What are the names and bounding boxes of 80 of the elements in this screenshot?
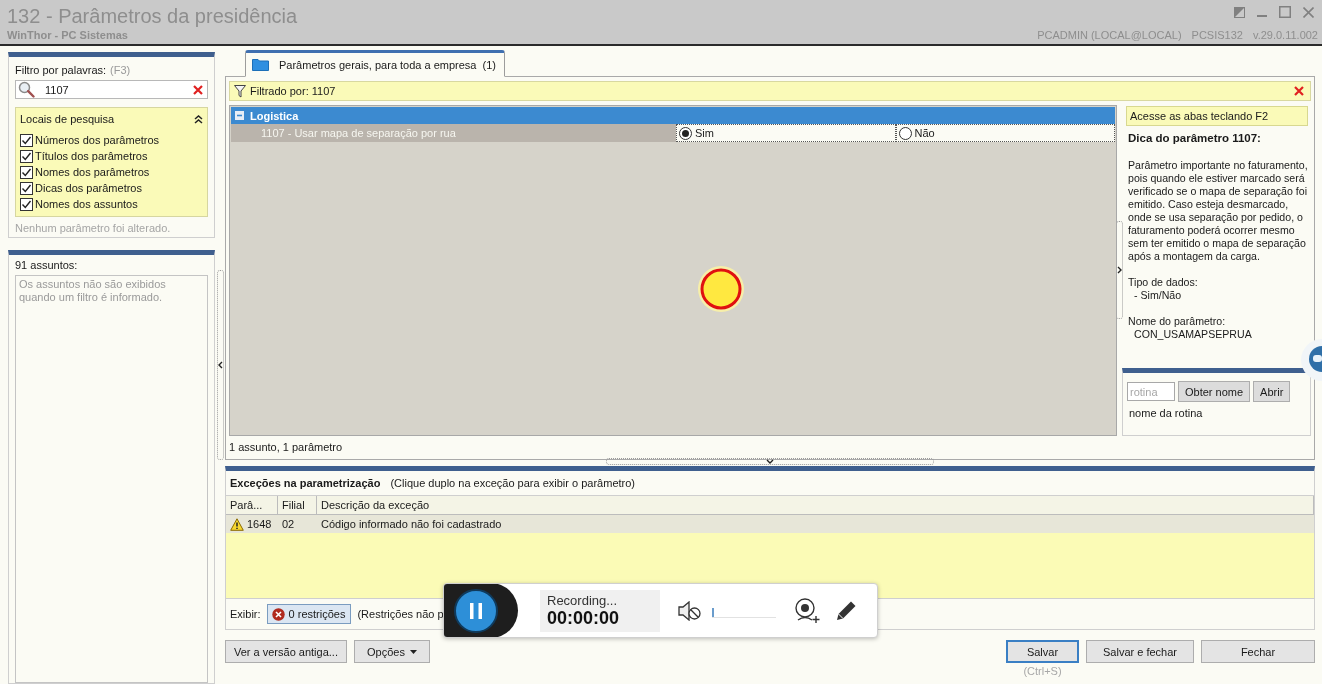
empty-list-text: Os assuntos não são exibidos quando um filtro é informado.: [19, 278, 167, 304]
group-header[interactable]: Logistica: [231, 107, 1115, 124]
checkbox[interactable]: [20, 181, 33, 195]
webcam-icon[interactable]: [794, 597, 820, 624]
restrictions-note: (Restrições não p: [357, 608, 444, 620]
radio-label: Sim: [695, 127, 714, 139]
checkbox-label: Títulos dos parâmetros: [35, 150, 148, 162]
radio-label: Não: [914, 127, 935, 139]
tip-title: Dica do parâmetro 1107:: [1128, 132, 1262, 145]
window-title: 132 - Parâmetros da presidência: [7, 4, 298, 28]
double-chevron-up-icon[interactable]: [194, 114, 203, 124]
clear-filter-icon[interactable]: [1294, 86, 1304, 96]
routine-input[interactable]: rotina: [1127, 382, 1175, 401]
exceptions-title: Exceções na parametrização: [230, 477, 381, 489]
radio-button[interactable]: [679, 126, 692, 140]
filter-icon: [234, 84, 246, 98]
checkbox[interactable]: [20, 165, 33, 179]
table-cell-text: 1648: [247, 517, 272, 532]
footer-button[interactable]: Salvar: [1006, 640, 1079, 663]
show-label: Exibir:: [230, 608, 261, 620]
shortcut-hint: (F3): [110, 63, 131, 77]
chevron-left-icon: [217, 361, 223, 369]
checkbox-label: Nomes dos parâmetros: [35, 166, 150, 178]
locations-title: Locais de pesquisa: [20, 113, 115, 125]
recording-status: Recording...: [547, 592, 619, 608]
summary-text: 1 assunto, 1 parâmetro: [229, 440, 344, 455]
keyboard-hint: Acesse as abas teclando F2: [1126, 106, 1308, 126]
routine-name-text: nome da rotina: [1128, 407, 1204, 419]
column-header[interactable]: Descrição da exceção: [317, 496, 1314, 514]
table-row[interactable]: 1648 02 Código informado não foi cadastrado: [226, 515, 1314, 533]
chevron-down-icon: [766, 459, 774, 464]
session-user: PCADMIN (LOCAL@LOCAL): [1037, 29, 1182, 41]
tab[interactable]: Parâmetros gerais, para toda a empresa (1): [245, 50, 505, 77]
x-circle-icon: [271, 607, 285, 621]
checkbox[interactable]: [20, 133, 33, 147]
routine-button[interactable]: Abrir: [1253, 381, 1291, 402]
status-text: Nenhum parâmetro foi alterado.: [15, 222, 172, 234]
tip-description: Parâmetro importante no faturamento, pois quando ele estiver marcado será verificado se o mapa de separação foi emitido. Caso esteja desmarcado, onde se usa separação por pedido, o faturamento poderá ocorrer mesmo sem ter emitido o mapa de separação após a montagem da carga.: [1128, 159, 1308, 263]
filter-text: Filtrado por: 1107: [250, 85, 336, 97]
search-icon: [18, 81, 35, 98]
version-text: v.29.0.11.002: [1252, 29, 1318, 41]
footer-button[interactable]: Ver a versão antiga...: [225, 640, 347, 663]
subjects-count: 91 assuntos:: [15, 259, 79, 271]
shortcut-hint: (Ctrl+S): [1023, 665, 1062, 677]
filter-label: Filtro por palavras:: [15, 63, 107, 77]
checkbox[interactable]: [20, 149, 33, 163]
program-code: PCSIS132: [1191, 29, 1243, 41]
parameter-name-label: Nome do parâmetro:: [1128, 315, 1227, 328]
search-field[interactable]: 1107: [15, 80, 208, 99]
checkbox-label: Números dos parâmetros: [35, 134, 160, 146]
table-cell-text: Código informado não foi cadastrado: [321, 517, 502, 532]
restrictions-button[interactable]: 0 restrições: [266, 604, 352, 624]
table-cell-text: 02: [282, 517, 295, 532]
data-type-label: Tipo de dados:: [1128, 276, 1199, 289]
recording-time: 00:00:00: [547, 607, 621, 629]
chevron-right-icon: [1117, 266, 1122, 274]
minus-box-icon[interactable]: [235, 111, 244, 120]
data-type-value: - Sim/Não: [1133, 289, 1183, 302]
radio-button[interactable]: [898, 126, 912, 140]
clear-icon[interactable]: [193, 84, 203, 95]
checkbox-label: Nomes dos assuntos: [35, 198, 138, 210]
assistant-bubble-icon[interactable]: [1300, 338, 1322, 382]
parameter-name-value: CON_USAMAPSEPRUA: [1133, 328, 1253, 341]
routine-button[interactable]: Obter nome: [1178, 381, 1251, 402]
warning-icon: [230, 517, 244, 531]
window-subtitle: WinThor - PC Sistemas: [7, 28, 128, 42]
click-indicator-icon: [697, 265, 745, 313]
footer-button[interactable]: Fechar: [1201, 640, 1315, 663]
caret-icon: [409, 649, 417, 654]
footer-button[interactable]: Salvar e fechar: [1086, 640, 1194, 663]
column-header[interactable]: Filial: [278, 496, 317, 514]
pause-icon: [454, 588, 498, 633]
speaker-muted-icon[interactable]: [678, 600, 702, 621]
column-header[interactable]: Parâ...: [226, 496, 278, 514]
folder-icon: [252, 58, 269, 71]
pause-button[interactable]: [444, 584, 518, 637]
dropdown-button[interactable]: Opções: [354, 640, 430, 663]
checkbox[interactable]: [20, 197, 33, 211]
checkbox-label: Dicas dos parâmetros: [35, 182, 142, 194]
exceptions-hint: (Clique duplo na exceção para exibir o parâmetro): [390, 477, 635, 489]
